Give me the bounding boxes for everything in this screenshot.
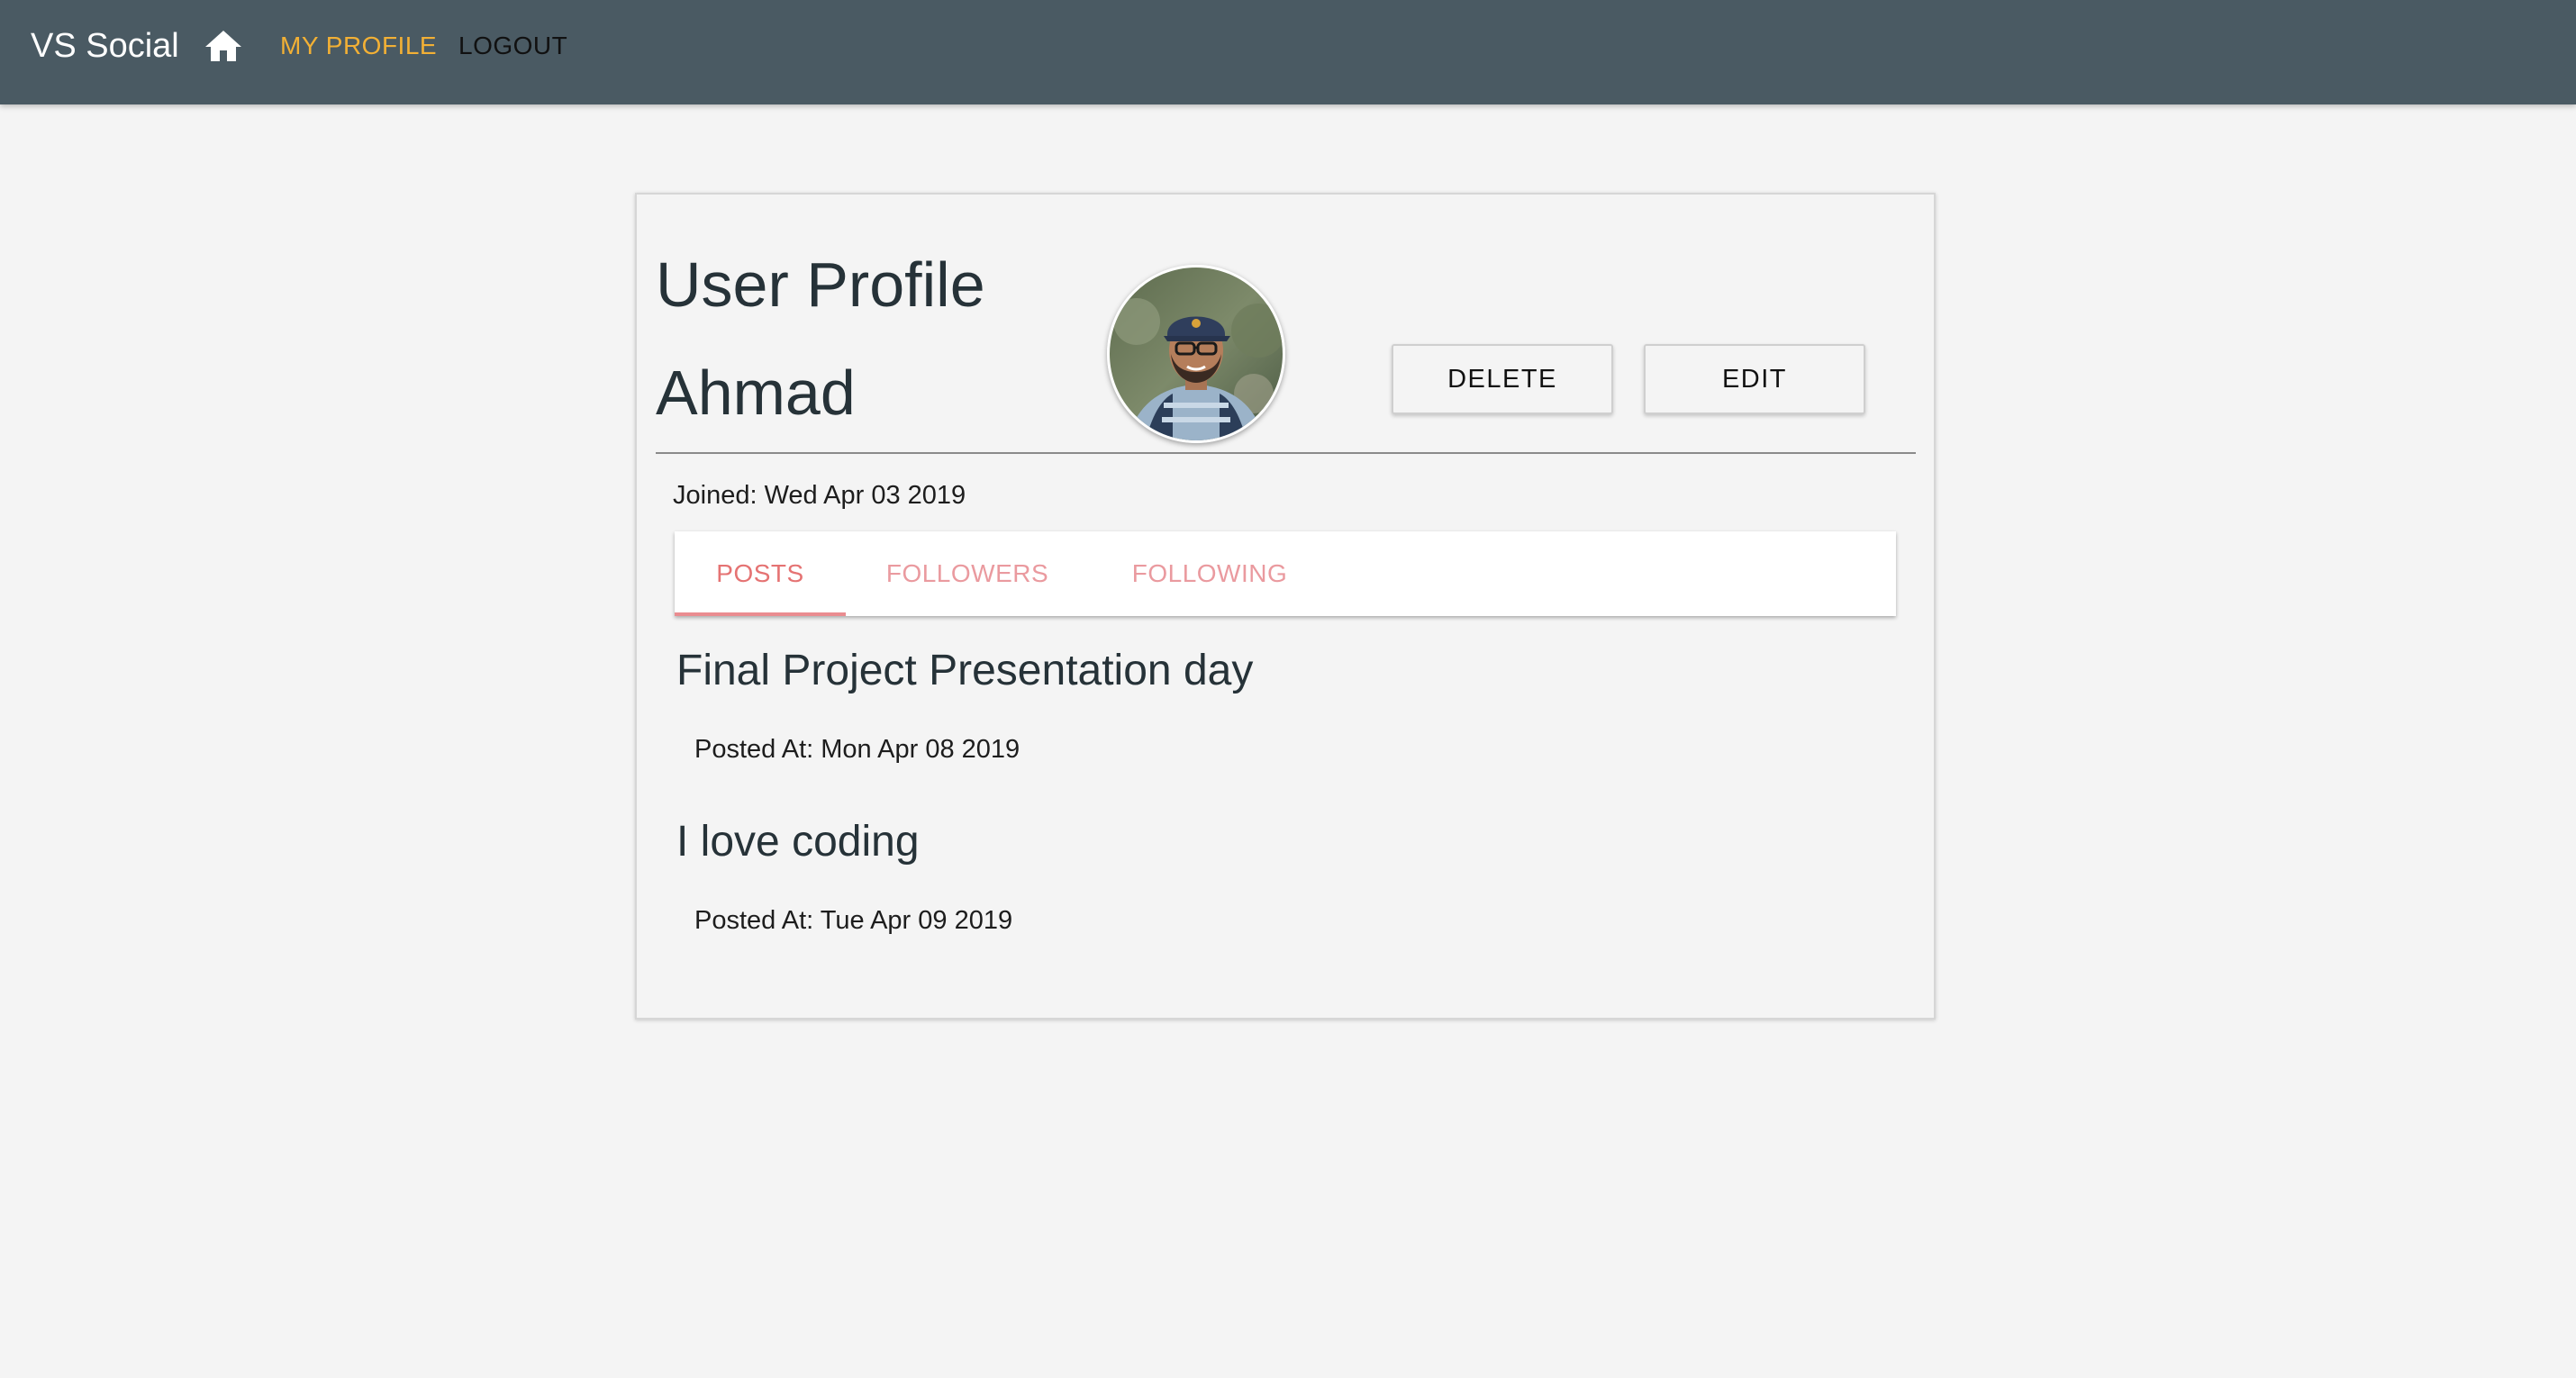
divider: [656, 452, 1916, 454]
profile-card: User Profile Ahmad DELETE EDIT Joined: W…: [635, 193, 1936, 1020]
profile-tabs: POSTS FOLLOWERS FOLLOWING: [675, 531, 1896, 616]
tab-followers-label: FOLLOWERS: [885, 559, 1049, 587]
tab-following[interactable]: FOLLOWING: [1089, 531, 1330, 616]
tab-posts[interactable]: POSTS: [675, 531, 846, 616]
nav-logout[interactable]: LOGOUT: [458, 31, 567, 61]
post-title[interactable]: I love coding: [676, 816, 920, 868]
delete-button[interactable]: DELETE: [1392, 344, 1613, 414]
tab-posts-label: POSTS: [716, 559, 804, 587]
app-bar: VS Social MY PROFILE LOGOUT: [0, 0, 2576, 104]
profile-name: Ahmad: [656, 358, 856, 428]
post-title[interactable]: Final Project Presentation day: [676, 645, 1253, 697]
avatar-photo: [1110, 267, 1283, 440]
avatar: [1107, 265, 1285, 443]
post-date: Posted At: Mon Apr 08 2019: [694, 735, 1020, 764]
active-tab-indicator: [675, 612, 846, 616]
tab-followers[interactable]: FOLLOWERS: [846, 531, 1089, 616]
page-title: User Profile: [656, 249, 985, 320]
home-icon[interactable]: [202, 25, 245, 68]
edit-button[interactable]: EDIT: [1644, 344, 1865, 414]
joined-date: Joined: Wed Apr 03 2019: [673, 481, 966, 510]
tab-following-label: FOLLOWING: [1131, 559, 1288, 587]
nav-my-profile[interactable]: MY PROFILE: [280, 31, 437, 61]
post-date: Posted At: Tue Apr 09 2019: [694, 906, 1013, 935]
brand-title[interactable]: VS Social: [31, 25, 179, 67]
